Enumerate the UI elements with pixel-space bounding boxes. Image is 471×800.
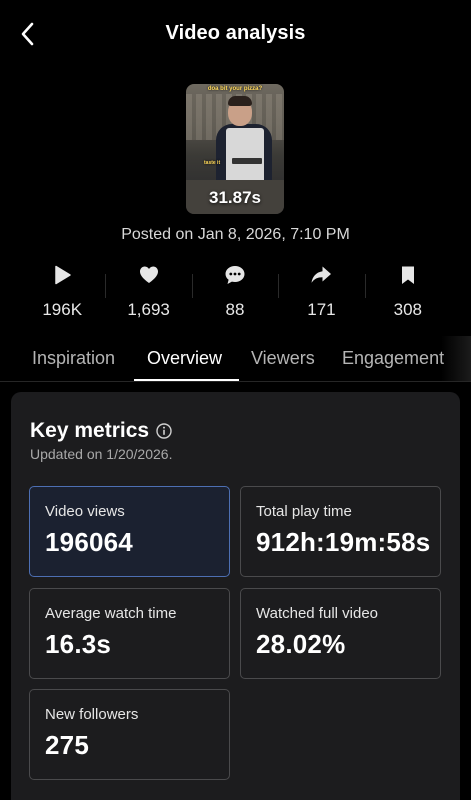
metric-video-views[interactable]: Video views 196064	[29, 486, 230, 577]
stat-comments: 88	[191, 262, 278, 322]
metric-value: 16.3s	[45, 629, 112, 659]
info-icon[interactable]	[156, 423, 172, 439]
share-icon	[311, 266, 332, 283]
comment-icon	[225, 266, 245, 284]
stat-shares: 171	[278, 262, 364, 322]
stat-saves-value: 308	[393, 300, 423, 319]
metric-value: 196064	[45, 527, 133, 557]
page-title: Video analysis	[165, 22, 306, 44]
heart-icon	[139, 266, 158, 283]
key-metrics-card: Key metrics Updated on 1/20/2026. Video …	[11, 392, 460, 800]
tab-engagement[interactable]: Engagement	[342, 348, 444, 369]
metric-value: 275	[45, 730, 89, 760]
video-thumbnail[interactable]: doa bit your pizza? taste it 31.87s	[186, 84, 284, 214]
stat-comments-value: 88	[225, 300, 245, 319]
stat-likes-value: 1,693	[127, 300, 170, 319]
metric-label: Watched full video	[256, 605, 379, 622]
metric-total-play-time[interactable]: Total play time 912h:19m:58s	[240, 486, 441, 577]
metric-value: 28.02%	[256, 629, 346, 659]
video-caption-mid: taste it	[204, 160, 221, 166]
video-caption-top: doa bit your pizza?	[207, 86, 263, 92]
tabs-scroll-fade	[441, 336, 471, 381]
posted-date: Posted on Jan 8, 2026, 7:10 PM	[121, 226, 350, 243]
metric-label: New followers	[45, 706, 139, 723]
stat-shares-value: 171	[307, 300, 336, 319]
metric-label: Video views	[45, 503, 125, 520]
stat-likes: 1,693	[105, 262, 191, 322]
stat-saves: 308	[364, 262, 451, 322]
header: Video analysis	[0, 0, 471, 70]
bookmark-icon	[401, 266, 414, 284]
metric-label: Average watch time	[45, 605, 177, 622]
stat-views: 196K	[19, 262, 105, 322]
updated-date: Updated on 1/20/2026.	[30, 446, 173, 462]
metric-label: Total play time	[256, 503, 352, 520]
engagement-stats: 196K 1,693 88 171 308	[19, 262, 451, 322]
metric-new-followers[interactable]: New followers 275	[29, 689, 230, 780]
stat-views-value: 196K	[42, 300, 83, 319]
video-duration: 31.87s	[209, 188, 261, 207]
thumbnail-apron-logo	[232, 158, 262, 164]
metric-watched-full-video[interactable]: Watched full video 28.02%	[240, 588, 441, 679]
tab-viewers[interactable]: Viewers	[251, 348, 315, 369]
video-analysis-screen: Video analysis doa bit your pizza? taste…	[0, 0, 471, 800]
key-metrics-heading: Key metrics	[30, 419, 172, 443]
key-metrics-title: Key metrics	[30, 419, 150, 442]
thumbnail-hair	[228, 96, 252, 106]
metric-average-watch-time[interactable]: Average watch time 16.3s	[29, 588, 230, 679]
tab-bar: Inspiration Overview Viewers Engagement	[0, 336, 471, 382]
metric-value: 912h:19m:58s	[256, 527, 431, 557]
play-icon	[55, 265, 71, 285]
tab-inspiration[interactable]: Inspiration	[32, 348, 115, 369]
active-tab-indicator	[134, 379, 239, 381]
tab-overview[interactable]: Overview	[147, 348, 222, 369]
